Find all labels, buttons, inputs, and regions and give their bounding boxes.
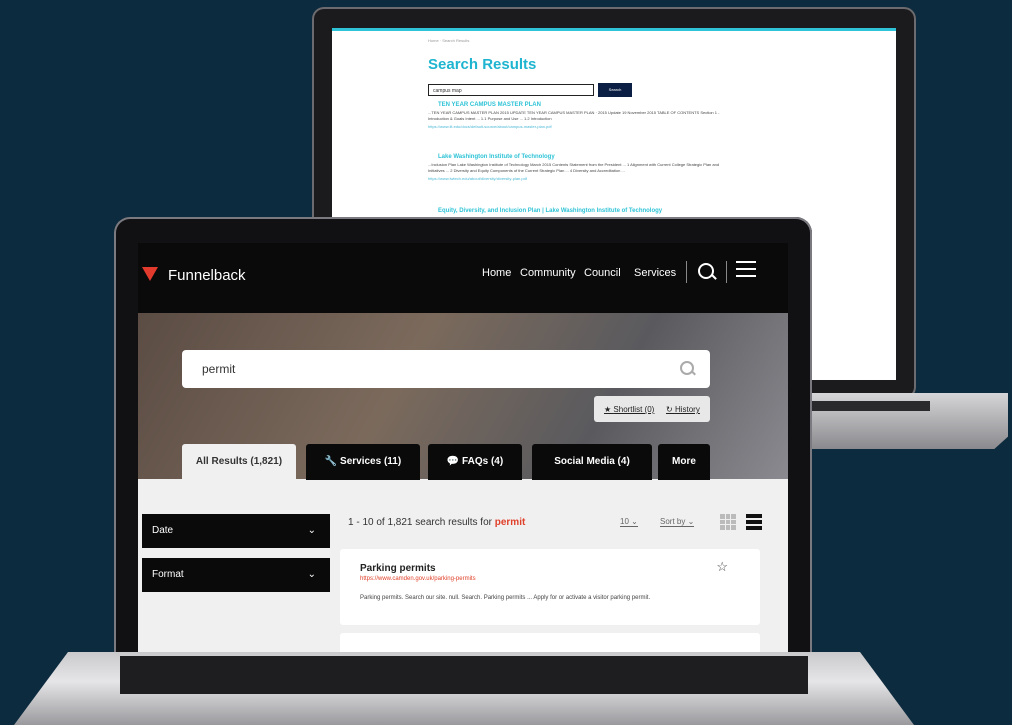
facet-format[interactable]: Format ⌄ — [142, 558, 330, 592]
breadcrumb[interactable]: Home · Search Results — [428, 38, 469, 43]
tab-faqs[interactable]: 💬 FAQs (4) — [428, 444, 522, 480]
funnelback-logo-icon[interactable] — [142, 267, 158, 281]
nav-home[interactable]: Home — [482, 267, 511, 279]
result-url[interactable]: https://www.lit.edu/docs/default-source/… — [428, 124, 728, 129]
facet-date[interactable]: Date ⌄ — [142, 514, 330, 548]
result-title[interactable]: Lake Washington Institute of Technology — [438, 154, 728, 160]
nav-divider — [726, 261, 727, 283]
chat-icon: 💬 — [446, 456, 463, 467]
result-card — [340, 633, 760, 653]
search-button[interactable]: Search — [598, 83, 632, 97]
nav-council[interactable]: Council — [584, 267, 621, 279]
search-icon[interactable] — [698, 263, 714, 279]
shortlist-link[interactable]: ★ Shortlist (0) — [604, 405, 654, 414]
back-laptop-base — [780, 393, 1008, 449]
search-input[interactable]: campus map — [428, 84, 594, 96]
result-title[interactable]: Equity, Diversity, and Inclusion Plan | … — [438, 208, 728, 214]
brand-name[interactable]: Funnelback — [168, 267, 246, 284]
front-laptop-base — [14, 652, 914, 725]
nav-services[interactable]: Services — [634, 267, 676, 279]
result-snippet: ...Inclusion Plan Lake Washington Instit… — [428, 162, 720, 173]
keyboard — [120, 656, 808, 694]
result-url[interactable]: https://www.lwtech.edu/about/diversity/d… — [428, 176, 728, 181]
star-icon[interactable]: ☆ — [716, 559, 728, 575]
result-title[interactable]: TEN YEAR CAMPUS MASTER PLAN — [438, 102, 728, 108]
chevron-down-icon: ⌄ — [307, 569, 316, 580]
search-input[interactable]: permit — [182, 350, 710, 388]
tab-services[interactable]: 🔧 Services (11) — [306, 444, 420, 480]
search-icon[interactable] — [680, 361, 694, 375]
grid-view-icon[interactable] — [720, 514, 736, 530]
tab-social-media[interactable]: Social Media (4) — [532, 444, 652, 480]
page-title: Search Results — [428, 56, 537, 73]
accent-bar — [332, 28, 896, 31]
nav-divider — [686, 261, 687, 283]
list-view-icon[interactable] — [746, 514, 762, 530]
result-snippet: ...TEN YEAR CAMPUS MASTER PLAN 2015 UPDA… — [428, 110, 720, 121]
result-count: 1 - 10 of 1,821 search results for permi… — [348, 517, 526, 528]
front-laptop-screen: Funnelback Home Community Council Servic… — [138, 243, 788, 653]
wrench-icon: 🔧 — [324, 456, 341, 467]
history-link[interactable]: ↻ History — [666, 405, 700, 414]
nav-community[interactable]: Community — [520, 267, 576, 279]
result-card: Parking permits https://www.camden.gov.u… — [340, 549, 760, 625]
shortlist-history-bar: ★ Shortlist (0) ↻ History — [594, 396, 710, 422]
search-query: permit — [202, 362, 236, 376]
hamburger-menu-icon[interactable] — [736, 261, 756, 282]
result-title[interactable]: Parking permits — [360, 563, 436, 574]
site-header: Funnelback Home Community Council Servic… — [138, 243, 788, 313]
result-url[interactable]: https://www.camden.gov.uk/parking-permit… — [360, 576, 476, 582]
sort-select[interactable]: Sort by ⌄ — [660, 517, 695, 527]
tab-all-results[interactable]: All Results (1,821) — [182, 444, 296, 480]
result-snippet: Parking permits. Search our site. null. … — [360, 595, 651, 601]
list-item: TEN YEAR CAMPUS MASTER PLAN ...TEN YEAR … — [428, 102, 728, 129]
tab-more[interactable]: More — [658, 444, 710, 480]
per-page-select[interactable]: 10 ⌄ — [620, 517, 638, 527]
list-item: Lake Washington Institute of Technology … — [428, 154, 728, 181]
list-item: Equity, Diversity, and Inclusion Plan | … — [428, 208, 728, 214]
chevron-down-icon: ⌄ — [307, 525, 316, 536]
